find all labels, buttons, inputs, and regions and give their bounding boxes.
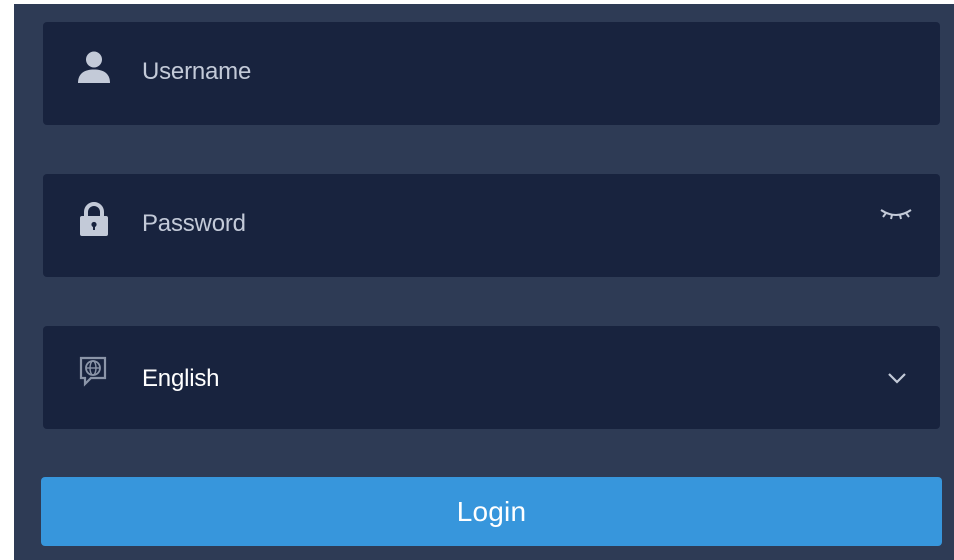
password-field[interactable]: Password xyxy=(43,174,940,277)
language-selected-value: English xyxy=(142,365,220,392)
username-field[interactable]: Username xyxy=(43,22,940,125)
language-globe-icon xyxy=(75,354,113,388)
user-icon xyxy=(75,50,113,84)
lock-icon xyxy=(75,202,113,236)
login-button[interactable]: Login xyxy=(41,477,942,546)
eye-closed-icon[interactable] xyxy=(877,202,915,226)
password-placeholder: Password xyxy=(142,210,246,237)
username-placeholder: Username xyxy=(142,58,252,85)
chevron-down-icon[interactable] xyxy=(886,366,908,390)
language-select[interactable]: English xyxy=(43,326,940,429)
login-panel: Username Password English Login xyxy=(14,4,954,560)
